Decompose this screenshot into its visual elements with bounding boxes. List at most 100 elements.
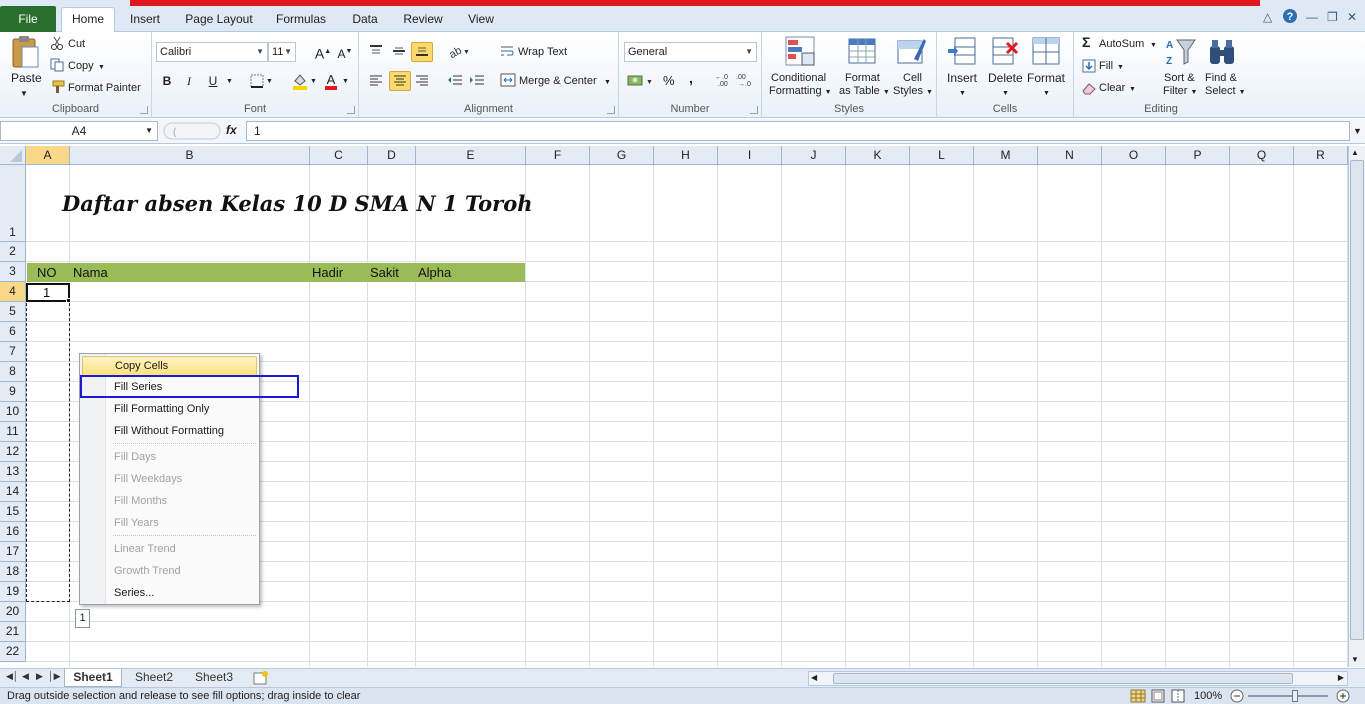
align-top-icon[interactable] [369,44,383,61]
minimize-ribbon-icon[interactable]: △ [1263,10,1272,24]
font-family-select[interactable]: Calibri ▼ [156,42,268,62]
paste-button[interactable]: Paste [11,72,42,85]
menu-item-fill-formatting-only[interactable]: Fill Formatting Only [82,399,257,419]
cell-styles-label-2[interactable]: Styles ▼ [893,85,933,99]
column-header-g[interactable]: G [590,146,654,165]
sheet-tab-sheet1[interactable]: Sheet1 [64,669,122,687]
tab-data[interactable]: Data [340,9,390,32]
row-header-13[interactable]: 13 [0,462,26,482]
row-header-14[interactable]: 14 [0,482,26,502]
scroll-right-icon[interactable]: ▶ [1338,673,1344,682]
italic-button[interactable]: I [178,71,200,91]
row-header-21[interactable]: 21 [0,622,26,642]
fill-button[interactable]: Fill [1099,60,1113,73]
merge-center-dropdown-icon[interactable]: ▼ [604,76,611,89]
tab-insert[interactable]: Insert [120,9,170,32]
wrap-text-button[interactable]: Wrap Text [518,46,567,59]
last-sheet-icon[interactable]: │▶ [48,671,61,682]
prev-sheet-icon[interactable]: ◀ [22,671,29,682]
conditional-formatting-label-1[interactable]: Conditional [771,72,826,85]
column-header-f[interactable]: F [526,146,590,165]
column-header-m[interactable]: M [974,146,1038,165]
menu-item-series[interactable]: Series... [82,583,257,603]
fill-dropdown-icon[interactable]: ▼ [1117,61,1124,74]
format-dropdown-icon[interactable]: ▼ [1043,87,1050,100]
clear-dropdown-icon[interactable]: ▼ [1129,83,1136,96]
zoom-in-icon[interactable] [1336,689,1350,704]
cut-button[interactable]: Cut [68,38,85,51]
row-header-16[interactable]: 16 [0,522,26,542]
font-launcher-icon[interactable] [347,106,355,114]
help-icon[interactable]: ? [1282,8,1298,27]
row-header-3[interactable]: 3 [0,262,26,282]
format-as-table-icon[interactable] [847,35,879,70]
paste-icon[interactable] [10,35,40,72]
header-hadir[interactable]: Hadir [312,265,343,280]
row-header-15[interactable]: 15 [0,502,26,522]
decrease-indent-icon[interactable] [447,74,463,89]
column-header-j[interactable]: J [782,146,846,165]
column-header-e[interactable]: E [416,146,526,165]
menu-item-fill-without-formatting[interactable]: Fill Without Formatting [82,421,257,441]
format-as-table-label-1[interactable]: Format [845,72,880,85]
autosum-icon[interactable]: Σ [1082,35,1090,49]
tab-file[interactable]: File [0,6,56,32]
vertical-scrollbar[interactable]: ▲ ▼ [1348,146,1365,667]
delete-button[interactable]: Delete [988,72,1023,85]
conditional-formatting-icon[interactable] [784,35,816,70]
format-button[interactable]: Format [1027,72,1065,85]
row-header-1[interactable]: 1 [0,165,26,242]
column-header-a[interactable]: A [26,146,70,165]
chevron-down-icon[interactable]: ▼ [145,122,153,140]
merge-center-icon[interactable] [500,73,516,90]
column-header-c[interactable]: C [310,146,368,165]
clear-icon[interactable] [1081,81,1097,98]
sort-filter-label-2[interactable]: Filter ▼ [1163,85,1197,99]
merge-center-button[interactable]: Merge & Center [519,75,597,88]
vertical-scroll-thumb[interactable] [1350,160,1364,640]
autosum-button[interactable]: AutoSum [1099,38,1144,51]
zoom-slider-thumb[interactable] [1292,690,1298,702]
clear-button[interactable]: Clear [1099,82,1125,95]
orientation-icon[interactable]: ab ▼ [447,44,470,62]
number-launcher-icon[interactable] [750,106,758,114]
conditional-formatting-button[interactable]: Formatting [769,85,822,97]
grow-font-button[interactable]: A▲ [312,42,334,62]
increase-decimal-icon[interactable]: ←.0.00 [715,73,733,90]
cut-icon[interactable] [50,36,64,53]
row-header-20[interactable]: 20 [0,602,26,622]
scroll-down-icon[interactable]: ▼ [1351,655,1359,664]
font-color-icon[interactable]: A [324,72,338,93]
tab-page-layout[interactable]: Page Layout [176,9,262,32]
autosum-dropdown-icon[interactable]: ▼ [1150,39,1157,52]
row-header-11[interactable]: 11 [0,422,26,442]
row-header-6[interactable]: 6 [0,322,26,342]
row-header-2[interactable]: 2 [0,242,26,262]
font-size-select[interactable]: 11 ▼ [268,42,296,62]
sort-filter-label-1[interactable]: Sort & [1164,72,1195,85]
clipboard-launcher-icon[interactable] [140,106,148,114]
header-nama[interactable]: Nama [73,265,108,280]
find-select-icon[interactable] [1206,36,1238,71]
column-header-r[interactable]: R [1294,146,1348,165]
find-select-label-1[interactable]: Find & [1205,72,1237,85]
copy-icon[interactable] [50,58,64,75]
row-header-22[interactable]: 22 [0,642,26,662]
select-all-corner[interactable] [0,146,26,165]
tab-formulas[interactable]: Formulas [268,9,334,32]
align-middle-icon[interactable] [392,44,406,61]
borders-icon[interactable] [250,74,264,91]
row-header-19[interactable]: 19 [0,582,26,602]
insert-function-button[interactable]: fx [226,123,237,137]
paste-dropdown-icon[interactable]: ▼ [20,87,28,100]
zoom-slider-track[interactable] [1248,695,1328,697]
fill-color-icon[interactable] [292,72,308,93]
first-sheet-icon[interactable]: ◀│ [6,671,19,682]
header-no[interactable]: NO [37,265,57,280]
column-header-k[interactable]: K [846,146,910,165]
tab-review[interactable]: Review [396,9,450,32]
percent-style-button[interactable]: % [663,74,675,87]
align-bottom-button[interactable] [411,42,433,62]
format-as-table-button[interactable]: as Table [839,85,880,97]
autofill-options-icon[interactable]: 1 [75,609,90,628]
